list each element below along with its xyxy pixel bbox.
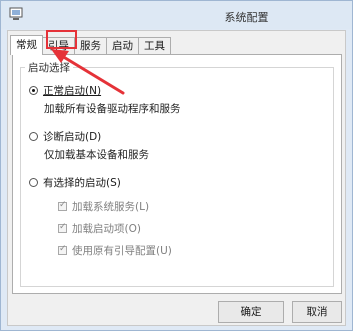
window-title: 系统配置 [224,11,269,24]
checkbox-load-system-services[interactable]: 加载系统服务(L) [58,199,149,214]
checkbox-use-original-boot-config[interactable]: 使用原有引导配置(U) [58,243,172,258]
system-config-window: 系统配置 常规 引导 服务 启动 工具 启动选择 正常启动(N) 加载所有设备驱… [0,0,353,331]
checkbox[interactable] [58,222,67,233]
tab-tools[interactable]: 工具 [138,37,171,54]
radio-label: 诊断启动(D) [43,131,102,143]
normal-startup-desc: 加载所有设备驱动程序和服务 [44,103,181,115]
radio-selective-startup[interactable]: 有选择的启动(S) [29,175,121,190]
checkbox-label: 加载启动项(O) [72,223,141,235]
cancel-button[interactable]: 取消 [292,301,342,323]
radio-dot[interactable] [29,178,38,187]
checkbox[interactable] [58,244,67,255]
title-bar: 系统配置 [1,1,352,29]
radio-dot[interactable] [29,86,38,95]
radio-label: 有选择的启动(S) [43,177,121,189]
checkbox[interactable] [58,200,67,211]
checkbox-load-startup-items[interactable]: 加载启动项(O) [58,221,141,236]
checkbox-label: 使用原有引导配置(U) [72,245,172,257]
ok-button[interactable]: 确定 [218,301,284,323]
diagnostic-startup-desc: 仅加载基本设备和服务 [44,149,149,161]
radio-dot[interactable] [29,132,38,141]
annotation-arrow-icon [51,49,125,95]
checkbox-label: 加载系统服务(L) [72,201,150,213]
tab-general[interactable]: 常规 [10,35,43,55]
radio-diagnostic-startup[interactable]: 诊断启动(D) [29,129,101,144]
